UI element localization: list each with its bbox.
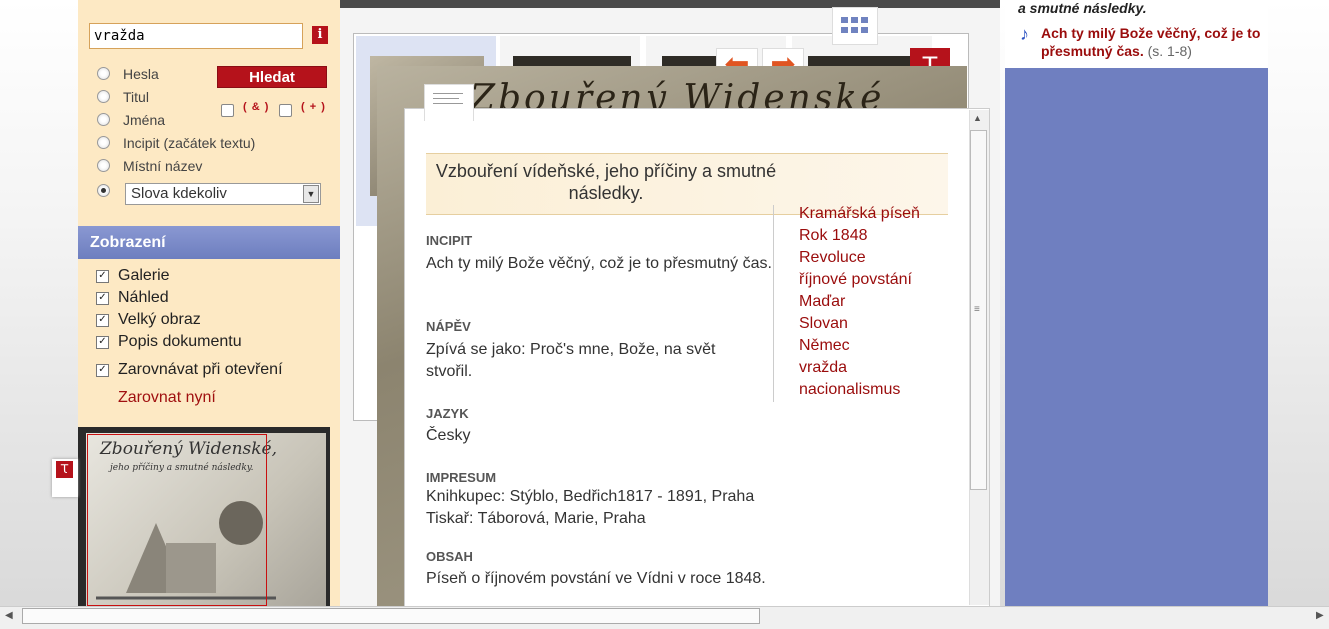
grip-icon: ≡	[974, 304, 980, 315]
logo-icon: Ꚍ	[56, 461, 73, 478]
radio-label-titul: Titul	[123, 89, 149, 105]
thumbnail-viewport-frame[interactable]	[87, 434, 267, 606]
operator-and-checkbox[interactable]	[221, 104, 234, 117]
radio-label-hesla: Hesla	[123, 66, 159, 82]
radio-hesla[interactable]	[97, 67, 110, 80]
search-input[interactable]: vražda	[89, 23, 303, 49]
checkbox-nahled[interactable]: ✓	[96, 292, 109, 305]
document-title: Vzbouření vídeňské, jeho příčiny a smutn…	[435, 161, 777, 203]
checkbox-label-popis-dokumentu: Popis dokumentu	[118, 333, 242, 350]
scroll-left-icon[interactable]: ◀	[5, 610, 13, 621]
search-button[interactable]: Hledat	[217, 66, 327, 88]
result-link[interactable]: Ach ty milý Bože věčný, což je to přesmu…	[1041, 24, 1261, 60]
radio-label-incipit: Incipit (začátek textu)	[123, 135, 256, 151]
section-value-obsah: Píseň o říjnovém povstání ve Vídni v roc…	[426, 570, 766, 587]
operator-or-checkbox[interactable]	[279, 104, 292, 117]
section-heading-incipit: INCIPIT	[426, 233, 473, 248]
info-button[interactable]: i	[312, 26, 328, 44]
checkbox-zarovnavat[interactable]: ✓	[96, 364, 109, 377]
chevron-down-icon[interactable]: ▼	[303, 185, 319, 203]
keyword-link[interactable]: říjnové povstání	[799, 271, 912, 289]
checkbox-label-galerie: Galerie	[118, 267, 170, 284]
section-value-napev: Zpívá se jako: Proč's mne, Bože, na svět…	[426, 341, 716, 380]
gallery-top-bar	[340, 0, 1000, 8]
operator-and-label: ( & )	[243, 101, 270, 113]
keywords-divider	[773, 205, 774, 402]
field-select-value: Slova kdekoliv	[131, 185, 227, 202]
keyword-link[interactable]: vražda	[799, 359, 847, 377]
keyword-link[interactable]: Maďar	[799, 293, 845, 311]
radio-mistni-nazev[interactable]	[97, 159, 110, 172]
section-value-impresum-publisher: Knihkupec: Stýblo, Bedřich1817 - 1891, P…	[426, 488, 755, 505]
keyword-link[interactable]: Revoluce	[799, 249, 866, 267]
checkbox-velky-obraz[interactable]: ✓	[96, 314, 109, 327]
section-heading-impresum: IMPRESUM	[426, 470, 497, 485]
keyword-link[interactable]: Kramářská píseň	[799, 205, 920, 223]
keyword-link[interactable]: Rok 1848	[799, 227, 868, 245]
keyword-link[interactable]: Slovan	[799, 315, 848, 333]
side-logo[interactable]: Ꚍ	[52, 459, 78, 497]
scroll-up-icon[interactable]: ▲	[973, 113, 982, 123]
checkbox-label-zarovnavat: Zarovnávat při otevření	[118, 361, 283, 378]
field-select[interactable]: Slova kdekoliv ▼	[125, 183, 321, 205]
radio-label-jmena: Jména	[123, 112, 166, 128]
checkbox-popis-dokumentu[interactable]: ✓	[96, 336, 109, 349]
horizontal-scrollbar-thumb[interactable]	[22, 608, 760, 624]
grid-icon[interactable]	[832, 7, 878, 45]
align-now-link[interactable]: Zarovnat nyní	[118, 389, 216, 407]
radio-slova-kdekoliv[interactable]	[97, 184, 110, 197]
section-heading-jazyk: JAZYK	[426, 406, 469, 421]
result-page-ref: (s. 1-8)	[1147, 43, 1192, 59]
scroll-right-icon[interactable]: ▶	[1316, 610, 1324, 621]
right-panel	[1005, 0, 1268, 608]
keyword-link[interactable]: nacionalismus	[799, 381, 900, 399]
display-header: Zobrazení	[78, 226, 340, 259]
radio-jmena[interactable]	[97, 113, 110, 126]
checkbox-label-nahled: Náhled	[118, 289, 169, 306]
radio-incipit[interactable]	[97, 136, 110, 149]
checkbox-label-velky-obraz: Velký obraz	[118, 311, 201, 328]
radio-titul[interactable]	[97, 90, 110, 103]
operator-or-label: ( + )	[301, 101, 326, 113]
section-value-impresum-printer: Tiskař: Táborová, Marie, Praha	[426, 510, 646, 527]
section-heading-obsah: OBSAH	[426, 549, 473, 564]
checkbox-galerie[interactable]: ✓	[96, 270, 109, 283]
keyword-link[interactable]: Němec	[799, 337, 850, 355]
document-icon[interactable]	[424, 84, 474, 121]
right-panel-header: a smutné následky.	[1018, 0, 1147, 16]
music-note-icon: ♪	[1020, 24, 1029, 44]
radio-label-mistni-nazev: Místní název	[123, 158, 203, 174]
section-heading-napev: NÁPĚV	[426, 319, 471, 334]
section-value-jazyk: Česky	[426, 427, 471, 444]
section-value-incipit: Ach ty milý Bože věčný, což je to přesmu…	[426, 255, 772, 272]
